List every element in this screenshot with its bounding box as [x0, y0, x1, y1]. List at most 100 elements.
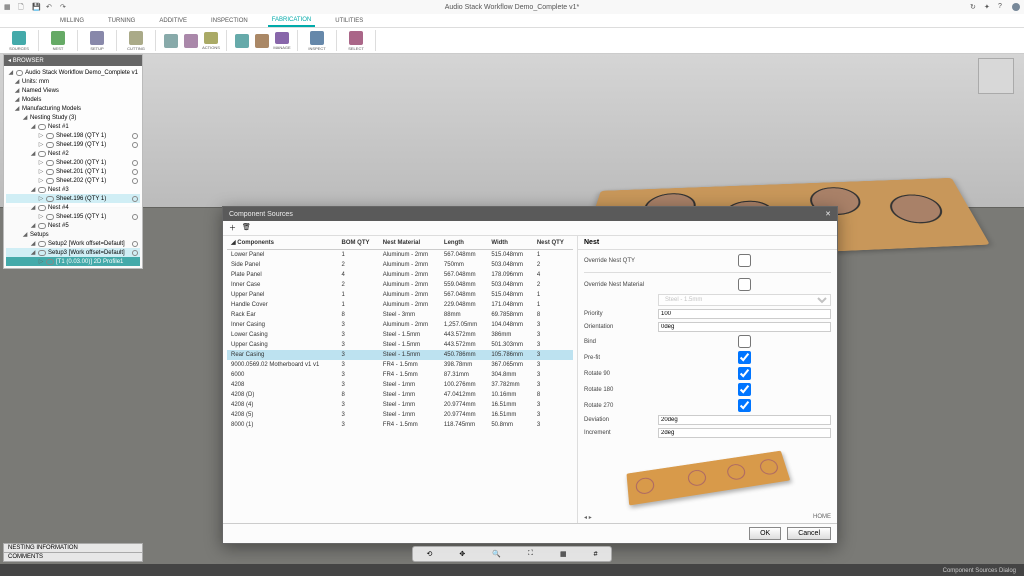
- tab-comments[interactable]: COMMENTS: [3, 552, 143, 562]
- manage-button-3[interactable]: MANAGE: [273, 32, 291, 50]
- tree-item[interactable]: ◢Nest #1: [6, 122, 140, 131]
- table-row[interactable]: Upper Casing3Steel - 1.5mm443.572mm501.3…: [227, 340, 573, 350]
- table-row[interactable]: Lower Panel1Aluminum - 2mm567.048mm515.0…: [227, 250, 573, 261]
- tree-item[interactable]: ◢Named Views: [6, 86, 140, 95]
- override-qty-checkbox[interactable]: [658, 254, 831, 267]
- column-header[interactable]: Length: [440, 236, 487, 250]
- prev-icon[interactable]: ◂: [584, 515, 587, 521]
- tree-item[interactable]: ▷Sheet.196 (QTY 1): [6, 194, 140, 203]
- tab-inspection[interactable]: INSPECTION: [207, 16, 252, 26]
- manage-button[interactable]: [233, 32, 251, 50]
- undo-icon[interactable]: ↶: [46, 3, 54, 11]
- tree-item[interactable]: ◢Units: mm: [6, 77, 140, 86]
- tree-item[interactable]: ◢Nest #5: [6, 221, 140, 230]
- rotate270-checkbox[interactable]: [658, 399, 831, 412]
- dialog-titlebar[interactable]: Component Sources ✕: [223, 207, 837, 221]
- tree-root[interactable]: ◢Audio Stack Workflow Demo_Complete v1: [6, 68, 140, 77]
- table-row[interactable]: 4208 (4)3Steel - 1mm20.9774mm16.51mm3: [227, 400, 573, 410]
- orientation-input[interactable]: [658, 322, 831, 332]
- nest-button[interactable]: NEST: [45, 30, 71, 52]
- rotate180-checkbox[interactable]: [658, 383, 831, 396]
- tree-item[interactable]: ▷Sheet.195 (QTY 1): [6, 212, 140, 221]
- table-row[interactable]: 60003FR4 - 1.5mm87.31mm304.8mm3: [227, 370, 573, 380]
- table-row[interactable]: 42083Steel - 1mm100.276mm37.782mm3: [227, 380, 573, 390]
- column-header[interactable]: BOM QTY: [338, 236, 379, 250]
- tree-item[interactable]: ▷Sheet.199 (QTY 1): [6, 140, 140, 149]
- table-row[interactable]: Rack Ear8Steel - 3mm88mm69.7858mm8: [227, 310, 573, 320]
- component-preview[interactable]: [578, 442, 837, 512]
- grid-icon[interactable]: #: [594, 551, 598, 558]
- table-row[interactable]: Handle Cover1Aluminum - 2mm229.048mm171.…: [227, 300, 573, 310]
- actions-button[interactable]: [162, 32, 180, 50]
- tab-additive[interactable]: ADDITIVE: [155, 16, 191, 26]
- tree-item[interactable]: ◢Nest #4: [6, 203, 140, 212]
- remove-source-icon[interactable]: 🗑: [242, 223, 251, 233]
- app-menu-icon[interactable]: ▦: [4, 3, 12, 11]
- tree-item[interactable]: ◢Setups: [6, 230, 140, 239]
- user-avatar[interactable]: [1012, 3, 1020, 11]
- column-header[interactable]: Nest Material: [379, 236, 440, 250]
- table-row[interactable]: 8000 (1)3FR4 - 1.5mm118.745mm50.8mm3: [227, 420, 573, 430]
- tree-item[interactable]: ◢Models: [6, 95, 140, 104]
- home-link[interactable]: HOME: [813, 514, 831, 521]
- extensions-icon[interactable]: ✦: [984, 3, 992, 11]
- column-header[interactable]: ◢ Components: [227, 236, 338, 250]
- tree-item[interactable]: ◢Nesting Study (3): [6, 113, 140, 122]
- table-row[interactable]: Inner Case2Aluminum - 2mm559.048mm503.04…: [227, 280, 573, 290]
- ok-button[interactable]: OK: [749, 527, 781, 540]
- tree-item[interactable]: ▷Sheet.202 (QTY 1): [6, 176, 140, 185]
- tab-utilities[interactable]: UTILITIES: [331, 16, 367, 26]
- table-row[interactable]: Side Panel2Aluminum - 2mm750mm503.048mm2: [227, 260, 573, 270]
- sources-button[interactable]: SOURCES: [6, 30, 32, 52]
- prefit-checkbox[interactable]: [658, 351, 831, 364]
- pan-icon[interactable]: ✥: [459, 550, 465, 558]
- view-cube[interactable]: [978, 58, 1014, 94]
- tree-item[interactable]: ▷Sheet.201 (QTY 1): [6, 167, 140, 176]
- rotate90-checkbox[interactable]: [658, 367, 831, 380]
- tree-item[interactable]: ◢Nest #3: [6, 185, 140, 194]
- table-row[interactable]: 4208 (5)3Steel - 1mm20.9774mm16.51mm3: [227, 410, 573, 420]
- updates-icon[interactable]: ↻: [970, 3, 978, 11]
- tree-item[interactable]: ◢Setup2 [Work offset=Default]: [6, 239, 140, 248]
- table-row[interactable]: Upper Panel1Aluminum - 2mm567.048mm515.0…: [227, 290, 573, 300]
- table-row[interactable]: 4208 (D)8Steel - 1mm47.0412mm10.16mm8: [227, 390, 573, 400]
- tree-item[interactable]: ▷[T1 (0.03.00)] 2D Profile1: [6, 257, 140, 266]
- bind-checkbox[interactable]: [658, 335, 831, 348]
- cancel-button[interactable]: Cancel: [787, 527, 831, 540]
- close-icon[interactable]: ✕: [825, 210, 831, 218]
- actions-button-2[interactable]: [182, 32, 200, 50]
- zoom-icon[interactable]: 🔍: [492, 550, 501, 558]
- table-row[interactable]: Rear Casing3Steel - 1.5mm450.786mm105.78…: [227, 350, 573, 360]
- column-header[interactable]: Nest QTY: [533, 236, 573, 250]
- display-icon[interactable]: ▦: [560, 550, 567, 558]
- next-icon[interactable]: ▸: [589, 515, 592, 521]
- fit-icon[interactable]: ⛶: [528, 550, 533, 558]
- browser-header[interactable]: ◂ BROWSER: [4, 55, 142, 66]
- save-icon[interactable]: 💾: [32, 3, 40, 11]
- inspect-button[interactable]: INSPECT: [304, 30, 330, 52]
- override-mat-checkbox[interactable]: [658, 278, 831, 291]
- file-icon[interactable]: 🗋: [18, 3, 26, 11]
- redo-icon[interactable]: ↷: [60, 3, 68, 11]
- material-select[interactable]: Steel - 1.5mm: [658, 294, 831, 306]
- help-icon[interactable]: ?: [998, 3, 1006, 11]
- tree-item[interactable]: ◢Manufacturing Models: [6, 104, 140, 113]
- manage-button-2[interactable]: [253, 32, 271, 50]
- tree-item[interactable]: ◢Nest #2: [6, 149, 140, 158]
- tab-turning[interactable]: TURNING: [104, 16, 139, 26]
- actions-button-3[interactable]: ACTIONS: [202, 32, 220, 50]
- priority-input[interactable]: [658, 309, 831, 319]
- tab-milling[interactable]: MILLING: [56, 16, 88, 26]
- deviation-input[interactable]: [658, 415, 831, 425]
- table-row[interactable]: Inner Casing3Aluminum - 2mm1,257.05mm104…: [227, 320, 573, 330]
- setup-button[interactable]: SETUP: [84, 30, 110, 52]
- cutting-button[interactable]: CUTTING: [123, 30, 149, 52]
- column-header[interactable]: Width: [487, 236, 532, 250]
- orbit-icon[interactable]: ⟲: [427, 550, 433, 558]
- increment-input[interactable]: [658, 428, 831, 438]
- table-row[interactable]: Lower Casing3Steel - 1.5mm443.572mm386mm…: [227, 330, 573, 340]
- add-source-icon[interactable]: ＋: [229, 223, 236, 233]
- tree-item[interactable]: ◢Setup3 [Work offset=Default]: [6, 248, 140, 257]
- tab-fabrication[interactable]: FABRICATION: [268, 15, 316, 27]
- table-row[interactable]: 9000.0569.02 Motherboard v1 v13FR4 - 1.5…: [227, 360, 573, 370]
